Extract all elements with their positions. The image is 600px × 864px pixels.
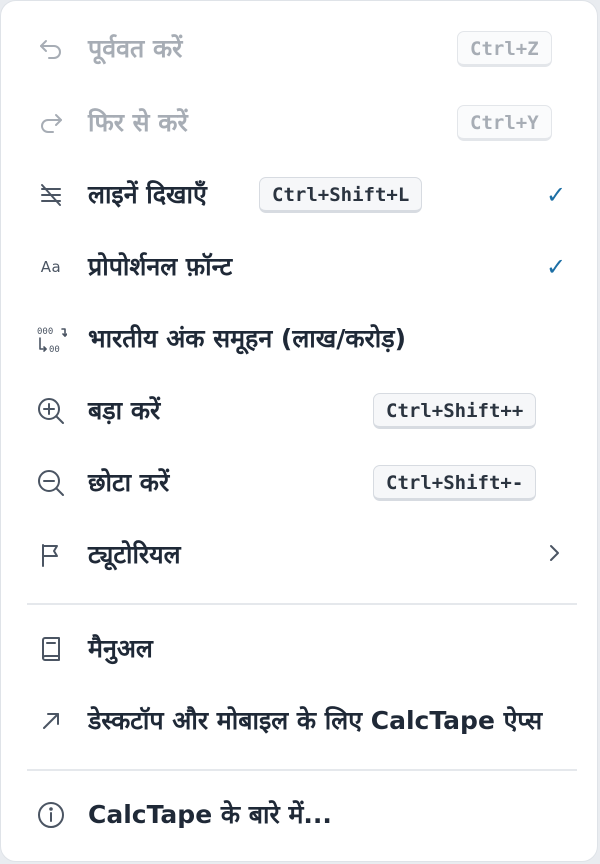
menu-item-label: बड़ा करें: [88, 396, 161, 425]
zoom-out-icon: [35, 467, 67, 499]
digit-grouping-icon: 000 00: [35, 323, 67, 355]
external-arrow-icon: [35, 705, 67, 737]
menu-item-label: डेस्कटॉप और मोबाइल के लिए CalcTape ऐप्स: [88, 706, 543, 735]
shortcut-badge: Ctrl+Z: [457, 31, 552, 67]
zoom-in-icon: [35, 395, 67, 427]
context-menu: पूर्ववत करें Ctrl+Z फिर से करें Ctrl+Y ल…: [0, 0, 598, 862]
menu-item-apps[interactable]: डेस्कटॉप और मोबाइल के लिए CalcTape ऐप्स: [1, 685, 597, 757]
menu-item-proportional-font[interactable]: Aa प्रोपोर्शनल फ़ॉन्ट ✓: [1, 231, 597, 303]
menu-item-undo[interactable]: पूर्ववत करें Ctrl+Z: [1, 13, 597, 85]
shortcut-badge: Ctrl+Shift++: [373, 393, 537, 429]
info-icon: [35, 799, 67, 831]
shortcut-badge: Ctrl+Shift+L: [259, 177, 423, 213]
menu-item-label: लाइनें दिखाएँ: [88, 180, 207, 209]
menu-item-label: CalcTape के बारे में...: [88, 800, 332, 829]
check-icon: ✓: [546, 181, 567, 209]
font-icon: Aa: [35, 251, 67, 283]
menu-item-label: फिर से करें: [88, 108, 188, 137]
menu-item-label: छोटा करें: [88, 468, 170, 497]
menu-item-indian-grouping[interactable]: 000 00 भारतीय अंक समूहन (लाख/करोड़): [1, 303, 597, 375]
menu-item-label: प्रोपोर्शनल फ़ॉन्ट: [88, 252, 233, 281]
menu-divider: [27, 769, 577, 771]
menu-item-show-lines[interactable]: लाइनें दिखाएँ Ctrl+Shift+L ✓: [1, 159, 597, 231]
menu-item-label: ट्यूटोरियल: [88, 540, 181, 569]
menu-item-label: मैनुअल: [88, 634, 153, 663]
menu-divider: [27, 603, 577, 605]
lines-off-icon: [35, 179, 67, 211]
shortcut-badge: Ctrl+Shift+-: [373, 465, 537, 501]
check-icon: ✓: [546, 253, 567, 281]
menu-item-label: पूर्ववत करें: [88, 34, 183, 63]
menu-item-redo[interactable]: फिर से करें Ctrl+Y: [1, 87, 597, 159]
menu-item-manual[interactable]: मैनुअल: [1, 613, 597, 685]
flag-icon: [35, 539, 67, 571]
redo-icon: [35, 107, 67, 139]
book-icon: [35, 633, 67, 665]
menu-item-zoom-in[interactable]: बड़ा करें Ctrl+Shift++: [1, 375, 597, 447]
font-icon-text: Aa: [40, 258, 62, 276]
menu-item-zoom-out[interactable]: छोटा करें Ctrl+Shift+-: [1, 447, 597, 519]
shortcut-badge: Ctrl+Y: [457, 105, 552, 141]
menu-item-tutorial[interactable]: ट्यूटोरियल: [1, 519, 597, 591]
menu-item-about[interactable]: CalcTape के बारे में...: [1, 779, 597, 851]
menu-item-label: भारतीय अंक समूहन (लाख/करोड़): [88, 324, 407, 353]
svg-text:000: 000: [37, 327, 53, 337]
svg-text:00: 00: [49, 345, 60, 355]
chevron-right-icon: [545, 542, 563, 568]
undo-icon: [35, 33, 67, 65]
